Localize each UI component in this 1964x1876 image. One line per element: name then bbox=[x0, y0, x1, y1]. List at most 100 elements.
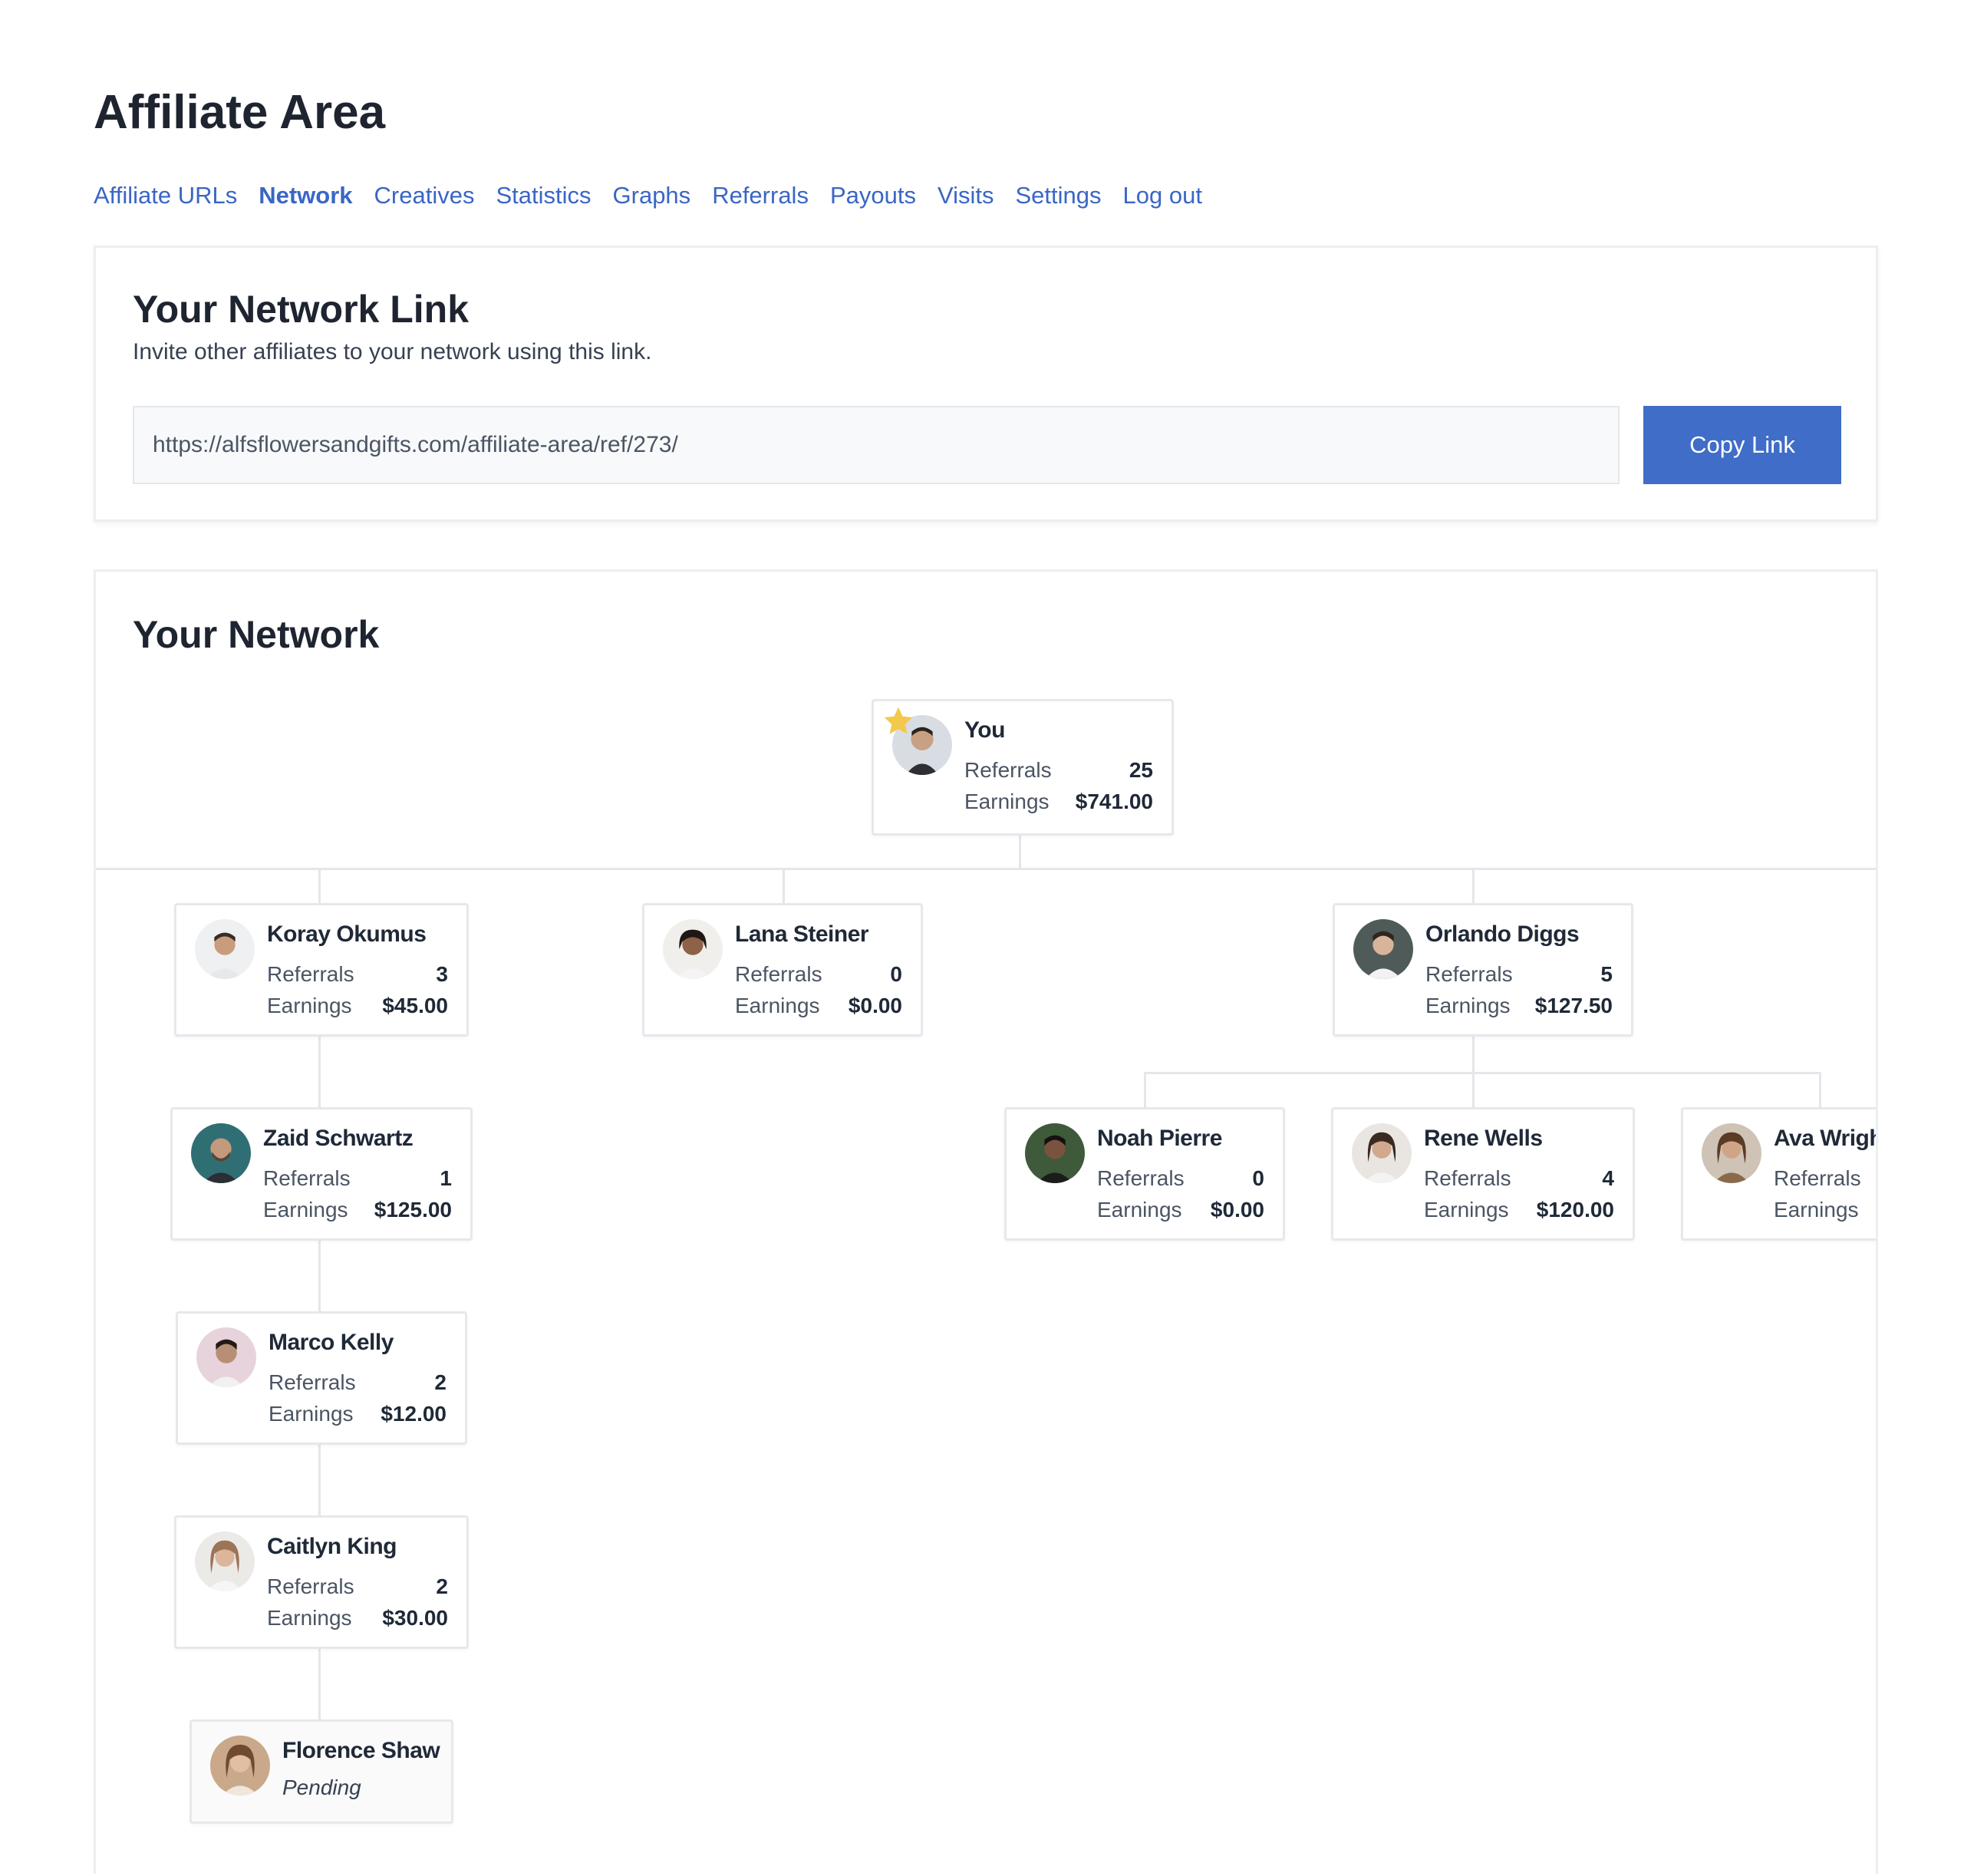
network-node-orlando-diggs[interactable]: Orlando Diggs Referrals 5 Earnings $127.… bbox=[1333, 903, 1633, 1037]
referrals-row: Referrals 25 bbox=[964, 755, 1153, 786]
referrals-label: Referrals bbox=[263, 1166, 351, 1190]
tree-connector bbox=[1472, 1072, 1475, 1107]
nav-visits[interactable]: Visits bbox=[938, 178, 994, 213]
referrals-row: Referrals 5 bbox=[1425, 959, 1613, 990]
earnings-amount: $0.00 bbox=[848, 994, 902, 1017]
earnings-amount: $45.00 bbox=[382, 994, 448, 1017]
network-node-marco-kelly[interactable]: Marco Kelly Referrals 2 Earnings $12.00 bbox=[176, 1311, 467, 1445]
referrals-label: Referrals bbox=[1425, 962, 1513, 986]
nav-statistics[interactable]: Statistics bbox=[496, 178, 591, 213]
referrals-label: Referrals bbox=[267, 962, 354, 986]
network-link-title: Your Network Link bbox=[133, 288, 470, 331]
earnings-amount: $120.00 bbox=[1536, 1198, 1614, 1222]
referrals-label: Referrals bbox=[1097, 1166, 1185, 1190]
earnings-row: Earnings $0.00 bbox=[735, 991, 902, 1021]
page-title: Affiliate Area bbox=[94, 86, 386, 139]
earnings-row: Earnings $127.50 bbox=[1425, 991, 1613, 1021]
avatar bbox=[195, 1531, 255, 1591]
member-name: Lana Steiner bbox=[735, 922, 869, 947]
avatar bbox=[210, 1736, 270, 1795]
network-node-koray-okumus[interactable]: Koray Okumus Referrals 3 Earnings $45.00 bbox=[174, 903, 469, 1037]
referrals-count: 5 bbox=[1600, 962, 1613, 986]
network-tree: Your Network You Referrals 25 Earnings $… bbox=[96, 572, 1876, 1876]
earnings-row: Earnings $120.00 bbox=[1424, 1195, 1614, 1225]
referrals-label: Referrals bbox=[1774, 1166, 1861, 1190]
avatar bbox=[196, 1327, 256, 1387]
referrals-row: Referrals 0 bbox=[1097, 1163, 1264, 1194]
network-node-ava-wright[interactable]: Ava Wright Referrals Earnings $ bbox=[1681, 1107, 1876, 1241]
network-node-caitlyn-king[interactable]: Caitlyn King Referrals 2 Earnings $30.00 bbox=[174, 1515, 469, 1649]
referrals-count: 4 bbox=[1602, 1166, 1614, 1190]
tree-connector bbox=[318, 1443, 321, 1515]
network-node-rene-wells[interactable]: Rene Wells Referrals 4 Earnings $120.00 bbox=[1331, 1107, 1635, 1241]
nav-affiliate-urls[interactable]: Affiliate URLs bbox=[94, 178, 237, 213]
earnings-row: Earnings $0.00 bbox=[1097, 1195, 1264, 1225]
earnings-amount: $125.00 bbox=[374, 1198, 452, 1222]
earnings-amount: $30.00 bbox=[382, 1606, 448, 1630]
referrals-label: Referrals bbox=[269, 1370, 356, 1394]
member-name: Noah Pierre bbox=[1097, 1126, 1222, 1151]
avatar bbox=[191, 1123, 251, 1183]
network-node-florence-shaw[interactable]: Florence Shaw Pending bbox=[189, 1719, 453, 1824]
earnings-label: Earnings bbox=[1774, 1198, 1859, 1222]
earnings-label: Earnings bbox=[1424, 1198, 1509, 1222]
referrals-count: 0 bbox=[890, 962, 902, 986]
network-node-you[interactable]: You Referrals 25 Earnings $741.00 bbox=[872, 699, 1174, 836]
member-name: Koray Okumus bbox=[267, 922, 427, 947]
referrals-count: 3 bbox=[436, 962, 448, 986]
earnings-label: Earnings bbox=[1097, 1198, 1182, 1222]
referrals-count: 0 bbox=[1252, 1166, 1264, 1190]
affiliate-nav: Affiliate URLs Network Creatives Statist… bbox=[94, 178, 1202, 213]
referrals-count: 2 bbox=[436, 1574, 448, 1598]
tree-connector bbox=[96, 868, 1876, 870]
referrals-label: Referrals bbox=[267, 1574, 354, 1598]
earnings-row: Earnings $30.00 bbox=[267, 1603, 448, 1634]
tree-connector bbox=[1472, 869, 1475, 903]
earnings-row: Earnings $741.00 bbox=[964, 786, 1153, 817]
tree-connector bbox=[318, 869, 321, 903]
tree-connector bbox=[783, 869, 785, 903]
network-node-noah-pierre[interactable]: Noah Pierre Referrals 0 Earnings $0.00 bbox=[1004, 1107, 1285, 1241]
nav-graphs[interactable]: Graphs bbox=[613, 178, 691, 213]
avatar bbox=[1025, 1123, 1085, 1183]
referrals-label: Referrals bbox=[1424, 1166, 1511, 1190]
pending-status: Pending bbox=[282, 1775, 361, 1799]
member-name: Florence Shaw bbox=[282, 1738, 440, 1763]
member-name: Marco Kelly bbox=[269, 1330, 394, 1355]
earnings-row: Earnings $ bbox=[1774, 1195, 1876, 1225]
earnings-label: Earnings bbox=[964, 790, 1050, 813]
earnings-row: Earnings $12.00 bbox=[269, 1399, 447, 1429]
tree-connector bbox=[318, 1647, 321, 1719]
avatar bbox=[1353, 919, 1413, 979]
earnings-label: Earnings bbox=[269, 1402, 354, 1426]
network-link-input[interactable] bbox=[133, 406, 1620, 484]
nav-payouts[interactable]: Payouts bbox=[830, 178, 916, 213]
member-name: Zaid Schwartz bbox=[263, 1126, 414, 1151]
tree-connector bbox=[1144, 1072, 1146, 1107]
earnings-label: Earnings bbox=[735, 994, 820, 1017]
earnings-amount: $741.00 bbox=[1075, 790, 1153, 813]
network-node-lana-steiner[interactable]: Lana Steiner Referrals 0 Earnings $0.00 bbox=[642, 903, 923, 1037]
referrals-count: 1 bbox=[440, 1166, 452, 1190]
referrals-count: 25 bbox=[1129, 758, 1153, 782]
copy-link-button[interactable]: Copy Link bbox=[1643, 406, 1841, 484]
star-icon bbox=[884, 707, 913, 734]
nav-referrals[interactable]: Referrals bbox=[712, 178, 809, 213]
earnings-amount: $127.50 bbox=[1534, 994, 1613, 1017]
referrals-label: Referrals bbox=[964, 758, 1052, 782]
earnings-label: Earnings bbox=[263, 1198, 348, 1222]
network-node-zaid-schwartz[interactable]: Zaid Schwartz Referrals 1 Earnings $125.… bbox=[170, 1107, 473, 1241]
earnings-amount: $0.00 bbox=[1210, 1198, 1264, 1222]
referrals-row: Referrals 3 bbox=[267, 959, 448, 990]
earnings-row: Earnings $45.00 bbox=[267, 991, 448, 1021]
nav-settings[interactable]: Settings bbox=[1015, 178, 1101, 213]
nav-log-out[interactable]: Log out bbox=[1123, 178, 1202, 213]
referrals-row: Referrals 2 bbox=[269, 1367, 447, 1398]
earnings-label: Earnings bbox=[1425, 994, 1511, 1017]
nav-creatives[interactable]: Creatives bbox=[374, 178, 475, 213]
network-title: Your Network bbox=[133, 613, 380, 656]
network-link-subtitle: Invite other affiliates to your network … bbox=[133, 339, 652, 364]
nav-network[interactable]: Network bbox=[259, 178, 352, 213]
tree-connector bbox=[1144, 1072, 1821, 1074]
avatar bbox=[663, 919, 723, 979]
